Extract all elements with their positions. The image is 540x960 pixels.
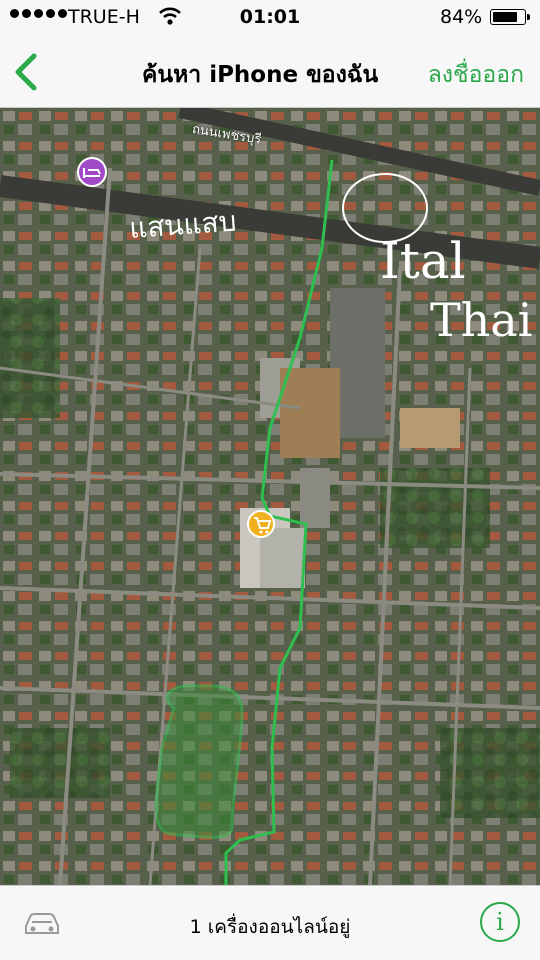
chevron-left-icon[interactable] bbox=[10, 50, 44, 94]
hotel-marker[interactable] bbox=[77, 157, 107, 187]
info-icon: i bbox=[496, 908, 504, 936]
bottom-toolbar: 1 เครื่องออนไลน์อยู่ i bbox=[0, 885, 540, 960]
handwriting-right-1: Ital bbox=[380, 232, 466, 290]
battery-icon bbox=[490, 9, 530, 25]
page-title: ค้นหา iPhone ของฉัน bbox=[142, 62, 379, 88]
navigation-bar: ค้นหา iPhone ของฉัน ลงชื่อออก bbox=[0, 36, 540, 108]
status-bar: TRUE-H 01:01 84% bbox=[0, 0, 540, 36]
map-canvas: แสนแสบ Ital Thai bbox=[0, 108, 540, 885]
devices-online-status: 1 เครื่องออนไลน์อยู่ bbox=[189, 916, 351, 938]
battery-percentage: 84% bbox=[440, 6, 483, 28]
info-button[interactable]: i bbox=[480, 902, 520, 942]
handwriting-right-2: Thai bbox=[430, 293, 532, 347]
sign-out-button[interactable]: ลงชื่อออก bbox=[428, 57, 524, 93]
satellite-map[interactable]: แสนแสบ Ital Thai ถนนเพชรบุรี bbox=[0, 108, 540, 885]
